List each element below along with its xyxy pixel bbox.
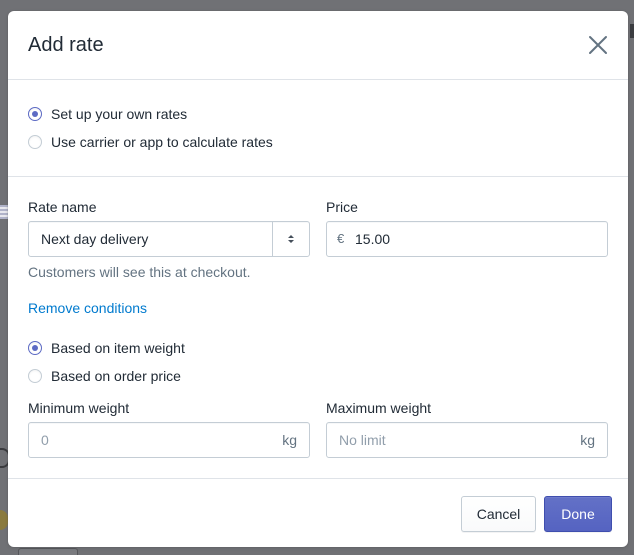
remove-conditions-link[interactable]: Remove conditions	[28, 300, 147, 316]
radio-label: Based on item weight	[51, 340, 185, 356]
close-button[interactable]	[584, 31, 612, 59]
radio-button-checked[interactable]	[28, 107, 42, 121]
price-label: Price	[326, 199, 358, 215]
radio-label: Set up your own rates	[51, 106, 188, 122]
price-input[interactable]: € 15.00	[326, 221, 608, 257]
min-weight-label: Minimum weight	[28, 400, 130, 416]
radio-label: Based on order price	[51, 368, 181, 384]
modal-title: Add rate	[28, 34, 104, 56]
max-weight-input[interactable]: No limit kg	[326, 422, 608, 458]
rate-name-help: Customers will see this at checkout.	[28, 264, 251, 280]
radio-button-checked[interactable]	[28, 341, 42, 355]
backdrop-button	[18, 548, 78, 555]
add-rate-modal: Add rate Set up your own rates Use carri…	[8, 11, 628, 547]
min-weight-placeholder: 0	[41, 432, 49, 448]
flag-icon	[0, 205, 8, 219]
currency-prefix: €	[337, 231, 345, 246]
done-button[interactable]: Done	[544, 496, 612, 532]
price-value: 15.00	[355, 231, 391, 247]
cancel-button[interactable]: Cancel	[461, 496, 536, 532]
modal-footer: Cancel Done	[8, 478, 628, 547]
radio-carrier-rates[interactable]: Use carrier or app to calculate rates	[28, 132, 273, 152]
radio-label: Use carrier or app to calculate rates	[51, 134, 273, 150]
max-weight-placeholder: No limit	[339, 432, 386, 448]
rate-name-label: Rate name	[28, 199, 97, 215]
backdrop-edge	[630, 24, 634, 38]
select-arrows-icon	[272, 222, 309, 256]
rate-source-section: Set up your own rates Use carrier or app…	[8, 80, 628, 177]
max-weight-label: Maximum weight	[326, 400, 432, 416]
rate-name-value: Next day delivery	[41, 231, 149, 247]
rate-name-select[interactable]: Next day delivery	[28, 221, 310, 257]
max-weight-unit: kg	[580, 432, 595, 448]
radio-button[interactable]	[28, 369, 42, 383]
radio-order-price[interactable]: Based on order price	[28, 366, 181, 386]
close-icon	[589, 36, 607, 54]
min-weight-unit: kg	[282, 432, 297, 448]
min-weight-input[interactable]: 0 kg	[28, 422, 310, 458]
radio-own-rates[interactable]: Set up your own rates	[28, 104, 187, 124]
radio-button[interactable]	[28, 135, 42, 149]
modal-header: Add rate	[8, 11, 628, 80]
radio-item-weight[interactable]: Based on item weight	[28, 338, 185, 358]
backdrop-badge	[0, 510, 8, 530]
